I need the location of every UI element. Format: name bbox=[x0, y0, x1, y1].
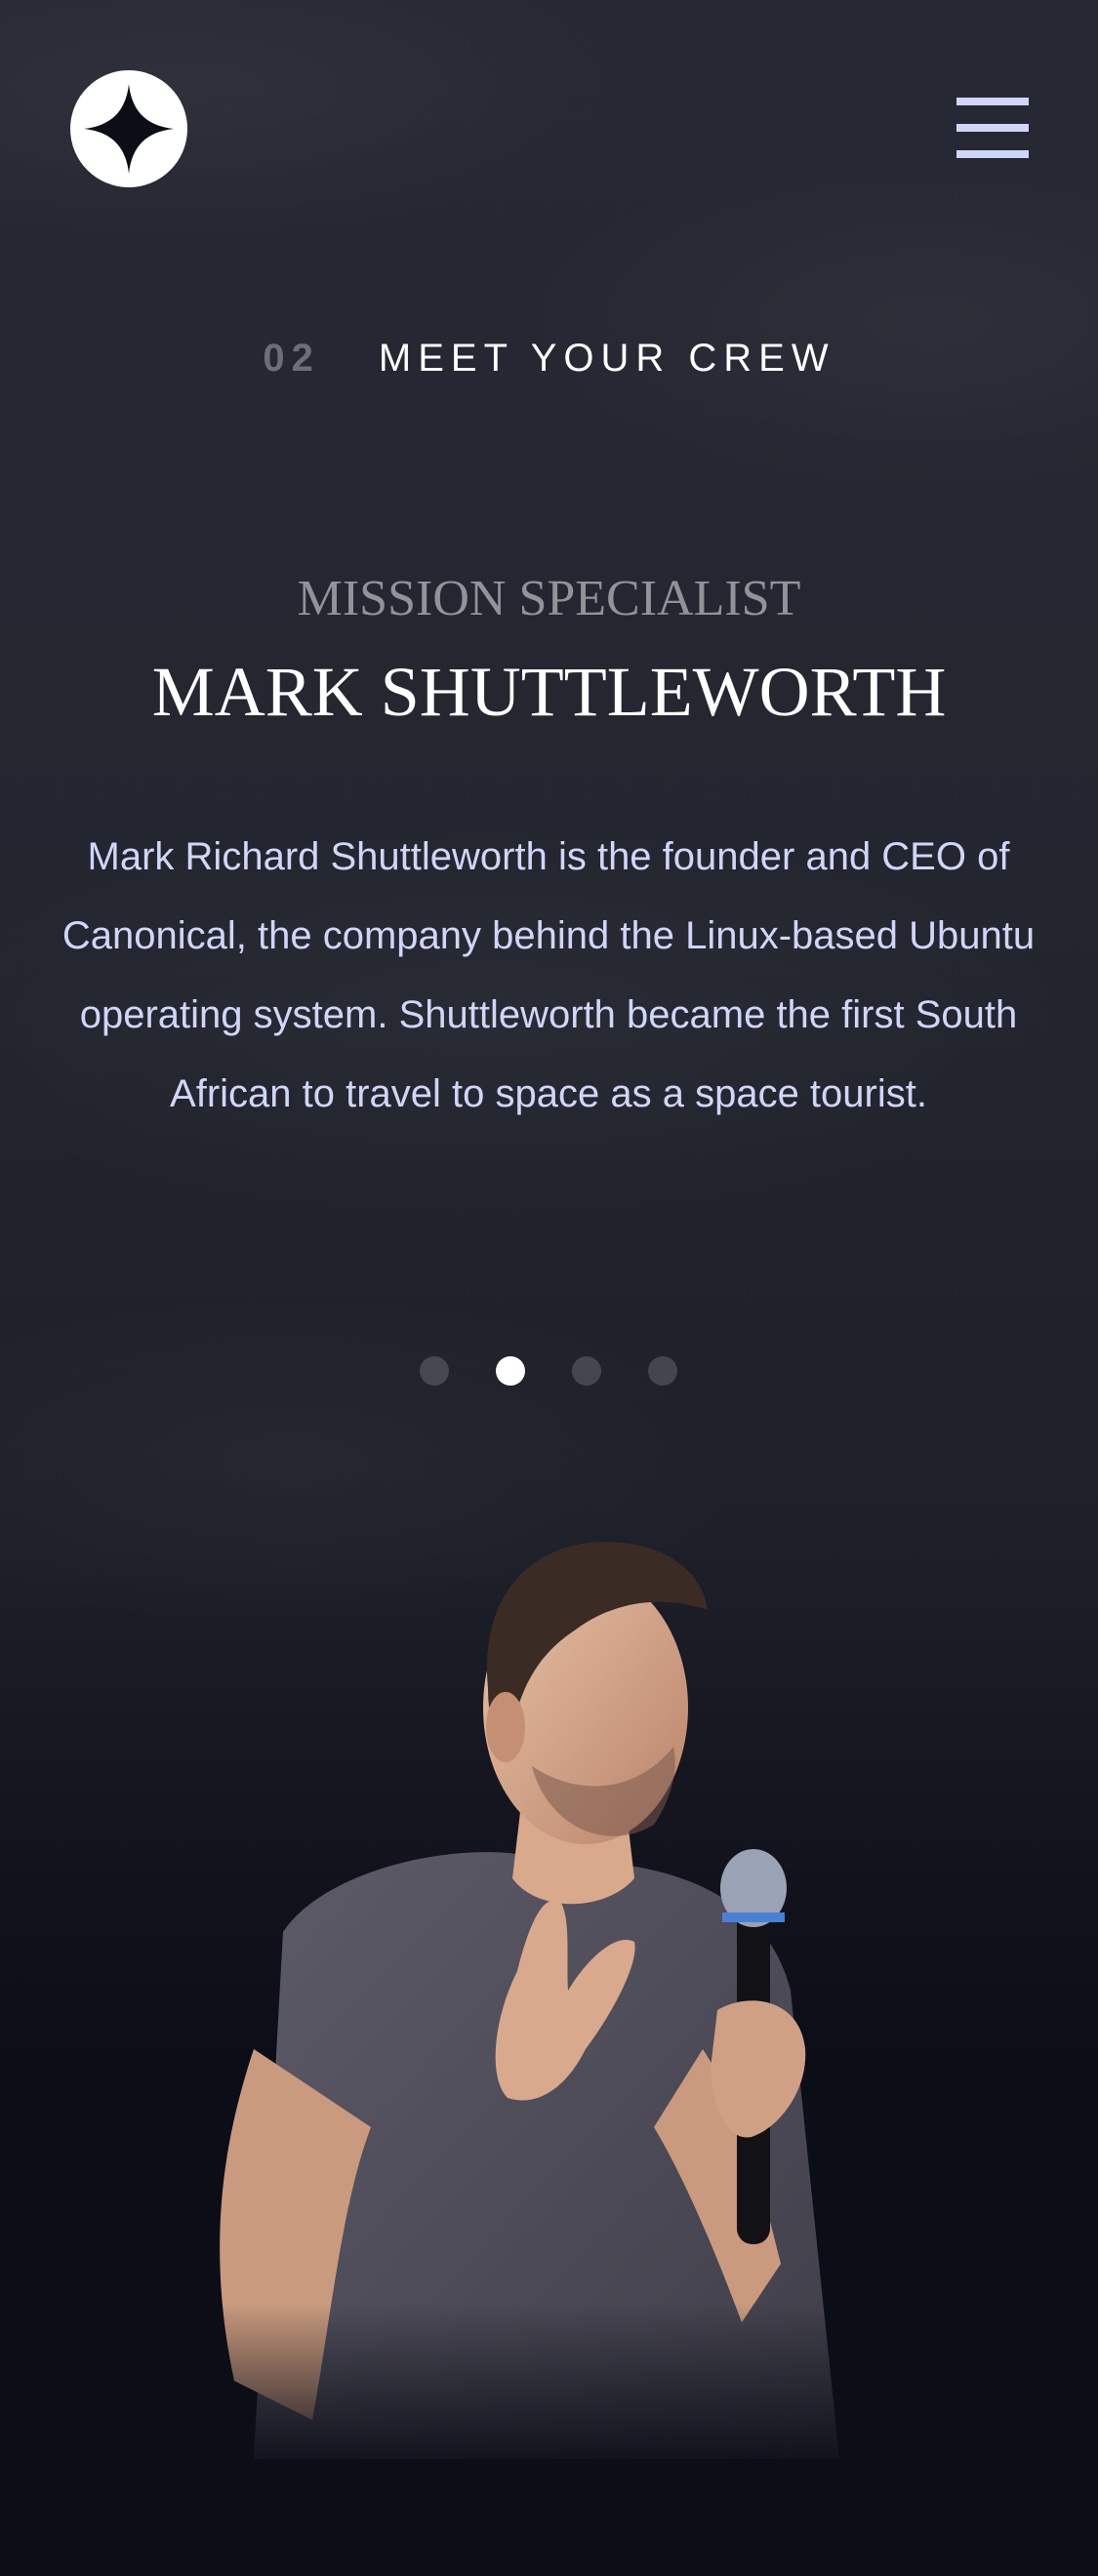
page-number: 02 bbox=[263, 337, 320, 380]
menu-bar bbox=[956, 150, 1029, 158]
crew-dot-2[interactable] bbox=[496, 1356, 525, 1386]
crew-dot-4[interactable] bbox=[648, 1356, 677, 1386]
crew-bio: Mark Richard Shuttleworth is the founder… bbox=[61, 835, 1036, 1115]
crew-portrait bbox=[195, 1503, 917, 2478]
crew-dot-3[interactable] bbox=[572, 1356, 601, 1386]
crew-dot-1[interactable] bbox=[420, 1356, 449, 1386]
crew-pagination bbox=[420, 1356, 679, 1386]
crew-role: MISSION SPECIALIST bbox=[297, 571, 801, 626]
menu-bar bbox=[956, 124, 1029, 132]
menu-bar bbox=[956, 98, 1029, 105]
page-heading: 02 MEET YOUR CREW bbox=[0, 330, 1098, 386]
star-logo-icon[interactable] bbox=[70, 70, 187, 187]
page-title: MEET YOUR CREW bbox=[378, 337, 835, 380]
crew-name: MARK SHUTTLEWORTH bbox=[151, 653, 947, 731]
hamburger-menu-icon[interactable] bbox=[956, 94, 1029, 162]
